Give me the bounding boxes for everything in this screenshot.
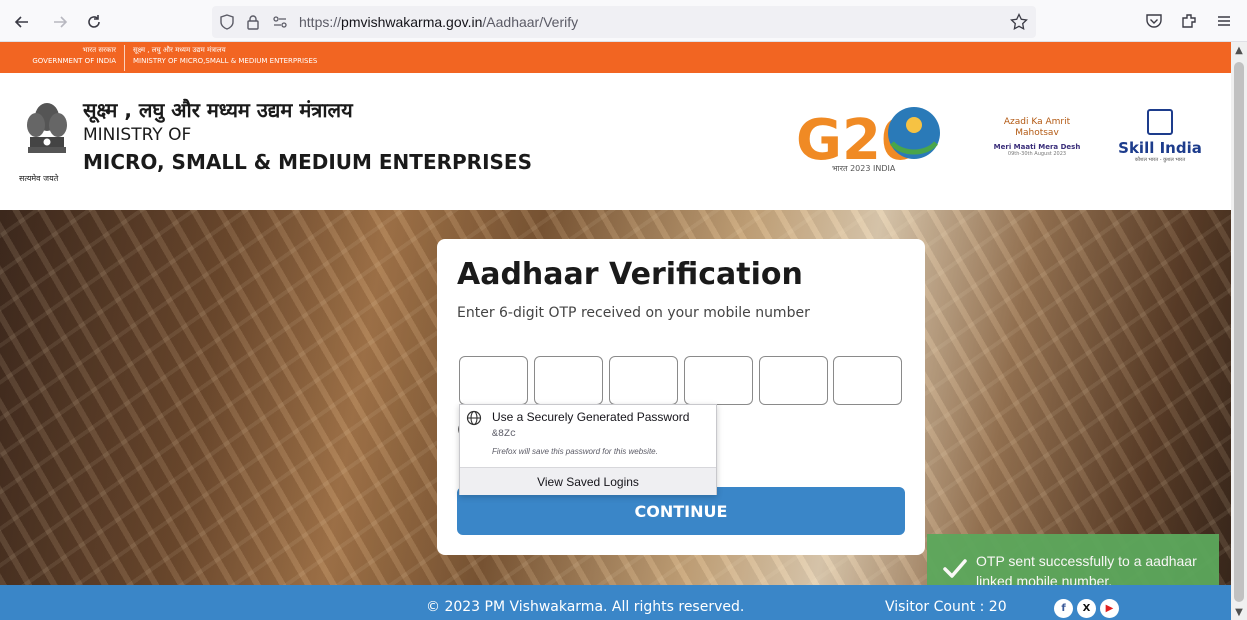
- ministry-of-label: MINISTRY OF: [83, 125, 192, 145]
- otp-digit-4-input[interactable]: [684, 356, 753, 405]
- back-icon[interactable]: [9, 9, 35, 35]
- ministry-strip-hindi: सूक्ष्म , लघु और मध्यम उद्यम मंत्रालय: [133, 46, 226, 54]
- x-twitter-icon[interactable]: X: [1077, 599, 1096, 618]
- generated-password-value: &8Zc: [492, 429, 517, 440]
- page-scrollbar[interactable]: ▲ ▼: [1231, 42, 1247, 620]
- otp-digit-2-input[interactable]: [534, 356, 603, 405]
- gov-of-india[interactable]: भारत सरकार GOVERNMENT OF INDIA: [0, 45, 125, 71]
- globe-icon: [466, 410, 482, 426]
- generated-password-title: Use a Securely Generated Password: [492, 410, 690, 424]
- site-header: सत्यमेव जयते सूक्ष्म , लघु और मध्यम उद्य…: [0, 73, 1231, 210]
- scroll-up-icon[interactable]: ▲: [1231, 42, 1247, 58]
- scroll-thumb[interactable]: [1234, 62, 1244, 602]
- gov-strip: भारत सरकार GOVERNMENT OF INDIA सूक्ष्म ,…: [0, 42, 1231, 73]
- bookmark-star-icon[interactable]: [1010, 13, 1028, 31]
- aadhaar-verification-card: Aadhaar Verification Enter 6-digit OTP r…: [437, 239, 925, 555]
- youtube-icon[interactable]: ▶: [1100, 599, 1119, 618]
- scroll-down-icon[interactable]: ▼: [1231, 604, 1247, 620]
- azadi-subtitle: Meri Maati Mera Desh: [993, 143, 1081, 151]
- generated-password-option[interactable]: Use a Securely Generated Password &8Zc F…: [460, 405, 716, 467]
- skill-india-icon: [1147, 109, 1173, 135]
- otp-instruction: Enter 6-digit OTP received on your mobil…: [457, 305, 810, 321]
- ministry-name-hindi: सूक्ष्म , लघु और मध्यम उद्यम मंत्रालय: [83, 98, 353, 122]
- gov-hindi-label: भारत सरकार: [82, 46, 116, 54]
- gov-english-label: GOVERNMENT OF INDIA: [32, 57, 116, 65]
- otp-digit-6-input[interactable]: [833, 356, 902, 405]
- skill-india-name: Skill India: [1118, 139, 1202, 157]
- generated-password-note: Firefox will save this password for this…: [492, 447, 658, 456]
- azadi-title: Azadi Ka Amrit Mahotsav: [1003, 117, 1071, 138]
- page-title: Aadhaar Verification: [457, 257, 803, 292]
- browser-toolbar: https://pmvishwakarma.gov.in/Aadhaar/Ver…: [0, 0, 1247, 42]
- lock-icon[interactable]: [244, 13, 262, 31]
- emblem-motto: सत्यमेव जयते: [19, 174, 59, 183]
- azadi-date: 09th-30th August 2023: [1007, 151, 1067, 157]
- facebook-icon[interactable]: f: [1054, 599, 1073, 618]
- ministry-name: MICRO, SMALL & MEDIUM ENTERPRISES: [83, 150, 532, 174]
- otp-digit-1-input[interactable]: [459, 356, 528, 405]
- azadi-ka-amrit-mahotsav-logo[interactable]: Azadi Ka Amrit Mahotsav Meri Maati Mera …: [982, 103, 1092, 183]
- skill-india-logo[interactable]: Skill India कौशल भारत - कुशल भारत: [1118, 109, 1202, 179]
- otp-digit-3-input[interactable]: [609, 356, 678, 405]
- skill-india-subtitle: कौशल भारत - कुशल भारत: [1134, 157, 1186, 163]
- reload-icon[interactable]: [81, 9, 107, 35]
- otp-digit-5-input[interactable]: [759, 356, 828, 405]
- url-text[interactable]: https://pmvishwakarma.gov.in/Aadhaar/Ver…: [299, 14, 578, 30]
- pocket-icon[interactable]: [1143, 10, 1165, 32]
- view-saved-logins-button[interactable]: View Saved Logins: [460, 467, 716, 495]
- url-bar[interactable]: https://pmvishwakarma.gov.in/Aadhaar/Ver…: [212, 6, 1036, 38]
- ministry-strip-link[interactable]: सूक्ष्म , लघु और मध्यम उद्यम मंत्रालय MI…: [133, 45, 317, 67]
- site-footer: © 2023 PM Vishwakarma. All rights reserv…: [0, 585, 1231, 620]
- visitor-count: Visitor Count : 20: [885, 599, 1007, 615]
- permissions-icon[interactable]: [271, 13, 289, 31]
- copyright-text: © 2023 PM Vishwakarma. All rights reserv…: [426, 599, 745, 615]
- password-suggestion-popup: Use a Securely Generated Password &8Zc F…: [459, 404, 717, 495]
- menu-icon[interactable]: [1213, 10, 1235, 32]
- forward-icon[interactable]: [47, 9, 73, 35]
- ministry-strip-english: MINISTRY OF MICRO,SMALL & MEDIUM ENTERPR…: [133, 57, 318, 65]
- checkmark-icon: [943, 559, 967, 578]
- national-emblem-icon[interactable]: [18, 95, 76, 183]
- extensions-icon[interactable]: [1178, 10, 1200, 32]
- g20-subtitle: भारत 2023 INDIA: [832, 164, 896, 173]
- shield-icon[interactable]: [218, 13, 236, 31]
